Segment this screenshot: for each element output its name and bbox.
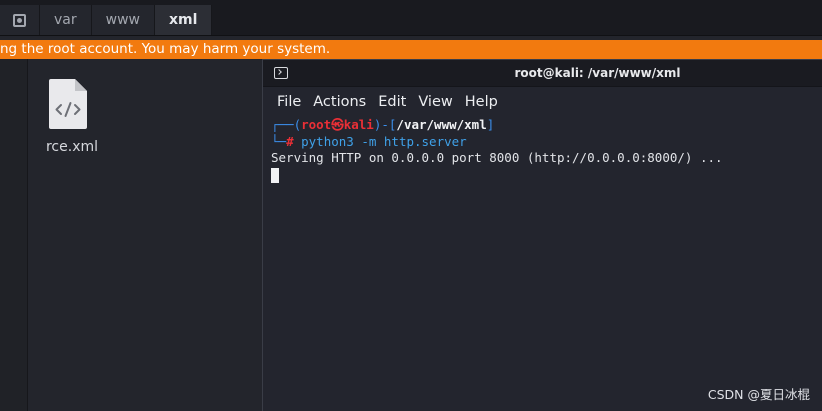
watermark: CSDN @夏日冰棍 — [707, 387, 810, 402]
prompt-corner-bottom: └─ — [271, 133, 287, 149]
menu-view[interactable]: View — [412, 94, 458, 110]
sidebar — [0, 59, 28, 411]
breadcrumb: var www xml — [0, 5, 213, 35]
prompt-close: ] — [486, 117, 495, 132]
menu-help[interactable]: Help — [459, 94, 504, 110]
xml-file-icon — [49, 79, 87, 129]
server-output-line: Serving HTTP on 0.0.0.0 port 8000 (http:… — [271, 150, 723, 165]
breadcrumb-www[interactable]: www — [91, 5, 155, 35]
terminal-title: root@kali: /var/www/xml — [514, 66, 681, 80]
menu-file[interactable]: File — [271, 94, 307, 110]
cursor-line — [271, 167, 822, 184]
terminal-window[interactable]: root@kali: /var/www/xml File Actions Edi… — [262, 59, 822, 411]
root-warning-banner: ng the root account. You may harm your s… — [0, 40, 822, 59]
breadcrumb-xml[interactable]: xml — [154, 5, 213, 35]
terminal-output[interactable]: ┌──(root㉿kali)-[/var/www/xml] └─# python… — [263, 117, 822, 183]
file-manager-toolbar: var www xml — [0, 0, 822, 36]
command-text: python3 -m http.server — [301, 133, 467, 149]
prompt-corner-top: ┌──( — [271, 117, 302, 132]
prompt-host: kali — [343, 117, 374, 132]
terminal-menubar: File Actions Edit View Help — [263, 87, 822, 117]
prompt-skull: ㉿ — [331, 117, 344, 132]
breadcrumb-var[interactable]: var — [40, 5, 92, 35]
prompt-sep: )-[ — [373, 117, 397, 132]
prompt-hash: # — [286, 133, 294, 149]
menu-edit[interactable]: Edit — [372, 94, 412, 110]
drive-icon — [13, 13, 26, 27]
text-cursor — [271, 167, 279, 183]
file-item-rce-xml[interactable]: rce.xml — [36, 72, 108, 164]
menu-actions[interactable]: Actions — [307, 94, 372, 110]
breadcrumb-root-button[interactable] — [0, 5, 40, 35]
file-name-label: rce.xml — [45, 139, 99, 155]
command-line: └─# python3 -m http.server — [271, 134, 822, 151]
prompt-line: ┌──(root㉿kali)-[/var/www/xml] — [271, 117, 822, 134]
terminal-titlebar[interactable]: root@kali: /var/www/xml — [263, 60, 822, 87]
prompt-user: root — [301, 117, 332, 132]
prompt-path: /var/www/xml — [396, 117, 487, 132]
